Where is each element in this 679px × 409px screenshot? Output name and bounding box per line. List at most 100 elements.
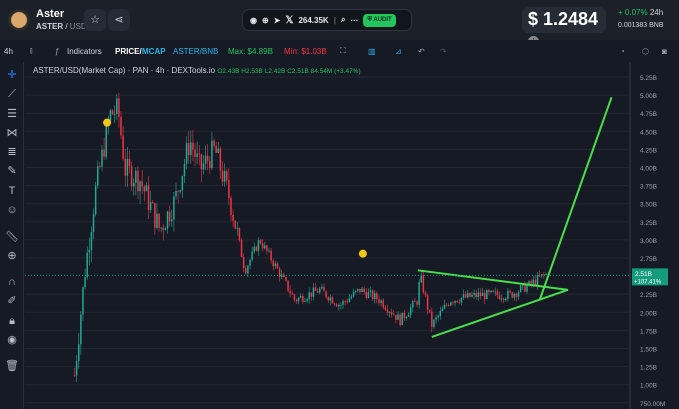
share-icon[interactable]: ⋖ xyxy=(108,9,130,31)
candle-body xyxy=(437,315,439,318)
candle-body xyxy=(321,286,323,289)
candle-body xyxy=(467,292,469,298)
indicators-button[interactable]: Indicators xyxy=(67,47,102,56)
candle-body xyxy=(97,166,99,186)
lock-icon[interactable]: 🔒︎ xyxy=(5,314,19,328)
candle-body xyxy=(217,148,220,153)
y-tick-label: 4.25B xyxy=(640,147,657,154)
globe-icon[interactable]: ⊕ xyxy=(262,16,269,25)
visibility-icon[interactable]: ◉ xyxy=(5,333,19,347)
social-bar: ◉ ⊕ ➤ 𝕏 264.35K | ⌕ ··· ⛨ AUDIT xyxy=(242,9,412,31)
favorite-star-icon[interactable]: ☆ xyxy=(84,9,106,31)
candle-body xyxy=(490,290,492,293)
ruler-icon[interactable]: 📏︎ xyxy=(5,230,19,244)
candle-body xyxy=(158,213,160,228)
more-icon[interactable]: ··· xyxy=(350,16,358,25)
candle-body xyxy=(147,185,150,211)
indicators-icon[interactable]: ƒ xyxy=(55,47,59,56)
audit-button[interactable]: ⛨ AUDIT xyxy=(363,13,396,27)
candle-body xyxy=(211,140,213,169)
candle-body xyxy=(327,297,329,301)
candle-body xyxy=(234,220,236,229)
candle-body xyxy=(384,307,387,310)
price-toggle[interactable]: PRICE/ xyxy=(115,47,142,56)
trash-icon[interactable]: 🗑︎ xyxy=(5,359,19,373)
telegram-icon[interactable]: ➤ xyxy=(274,16,281,25)
price-chart[interactable]: 5.25B 5.00B 4.75B 4.50B 4.25B 4.00B 3.75B 3.50B… xyxy=(25,62,679,409)
pencil-lock-icon[interactable]: ✐ xyxy=(5,294,19,308)
candle-body xyxy=(374,293,376,300)
candle-body xyxy=(126,158,129,176)
candle-body xyxy=(443,304,446,309)
candle-body xyxy=(376,293,378,300)
candle-body xyxy=(240,240,243,258)
search-icon[interactable]: ⌕ xyxy=(341,15,345,25)
candle-body xyxy=(369,290,372,293)
change-value: + 0.07% xyxy=(618,8,648,17)
candle-body xyxy=(236,227,239,229)
magnet-icon[interactable]: ∩ xyxy=(5,275,19,289)
candle-body xyxy=(94,185,97,215)
trendline-icon[interactable]: ⟋ xyxy=(5,87,19,101)
candle-body xyxy=(84,277,86,288)
horizontal-lines-icon[interactable]: ☰ xyxy=(5,107,19,121)
candle-body xyxy=(488,290,490,293)
candle-body xyxy=(261,243,264,249)
brush-icon[interactable]: ✎ xyxy=(5,164,19,178)
candle-body xyxy=(456,300,458,303)
candle-body xyxy=(143,186,146,192)
pair-toggle[interactable]: ASTER/BNB xyxy=(173,47,218,56)
candle-body xyxy=(187,143,190,156)
compare-icon[interactable]: ⊿ xyxy=(395,47,402,56)
event-marker-icon xyxy=(103,118,112,127)
candle-body xyxy=(226,171,228,181)
chart-style-icon[interactable]: ▥ xyxy=(368,47,376,56)
mcap-toggle[interactable]: MCAP xyxy=(142,47,166,56)
candle-body xyxy=(363,288,365,293)
candle-body xyxy=(532,279,535,284)
candle-body xyxy=(209,160,211,169)
price-change: + 0.07% 24h xyxy=(618,8,663,17)
header: Aster ASTER / USDT ☆ ⋖ ◉ ⊕ ➤ 𝕏 264.35K | ⌕ ··… xyxy=(0,0,679,47)
undo-icon[interactable]: ↶ xyxy=(418,47,425,56)
candle-body xyxy=(530,280,532,284)
candle-body xyxy=(268,250,270,252)
candle-body xyxy=(500,298,503,300)
redo-icon[interactable]: ↷ xyxy=(440,47,447,56)
emoji-icon[interactable]: ☺ xyxy=(5,203,19,217)
candle-body xyxy=(414,301,416,303)
candle-body xyxy=(395,314,397,320)
candle-body xyxy=(416,301,418,305)
replay-icon[interactable]: ◔ xyxy=(620,47,625,56)
candle-body xyxy=(426,295,429,310)
token-logo xyxy=(8,9,30,31)
text-icon[interactable]: T xyxy=(5,184,19,198)
candle-body xyxy=(483,292,486,300)
crosshair-icon[interactable]: ✛ xyxy=(5,68,19,82)
fib-icon[interactable]: ≣ xyxy=(5,145,19,159)
website-icon[interactable]: ◉ xyxy=(250,16,257,25)
candle-body xyxy=(105,124,107,157)
interval-selector[interactable]: 4h xyxy=(4,47,13,56)
y-tick-label: 1.00B xyxy=(640,383,657,390)
candle-body xyxy=(509,290,511,293)
y-tick-label: 1.50B xyxy=(640,347,657,354)
zoom-in-icon[interactable]: ⊕ xyxy=(5,249,19,263)
camera-icon[interactable]: ◙ xyxy=(662,47,667,56)
audit-label: AUDIT xyxy=(373,16,392,23)
pattern-icon[interactable]: ⋈ xyxy=(5,126,19,140)
settings-icon[interactable]: ⬡ xyxy=(642,47,649,56)
candle-body xyxy=(223,171,226,182)
candle-body xyxy=(213,140,215,146)
x-icon[interactable]: 𝕏 xyxy=(285,15,293,26)
candle-body xyxy=(314,287,317,291)
candle-body xyxy=(344,301,346,302)
candle-body xyxy=(477,292,480,298)
candle-body xyxy=(118,98,120,117)
fullscreen-icon[interactable]: ⛶ xyxy=(340,46,346,56)
candle-body xyxy=(371,290,374,300)
candle-body xyxy=(431,311,433,328)
candle-body xyxy=(496,291,499,296)
candle-type-icon[interactable]: ⫾ xyxy=(30,46,33,56)
candle-body xyxy=(333,303,336,305)
